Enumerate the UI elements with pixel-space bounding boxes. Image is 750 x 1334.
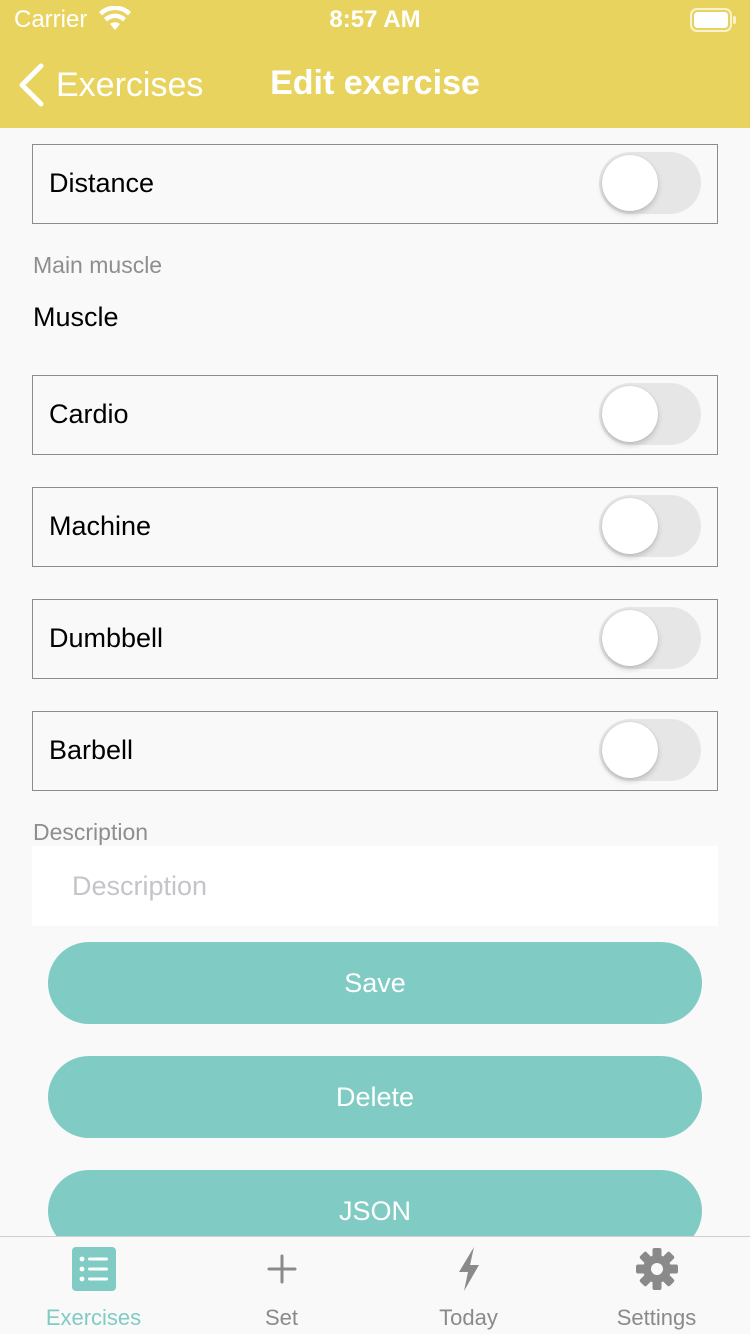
tab-settings[interactable]: Settings xyxy=(563,1237,750,1334)
battery-icon xyxy=(690,8,736,32)
navigation-bar: Exercises Edit exercise xyxy=(0,50,750,120)
cardio-label: Cardio xyxy=(49,399,129,429)
barbell-toggle[interactable] xyxy=(599,719,701,781)
toggle-knob xyxy=(602,610,658,666)
barbell-label: Barbell xyxy=(49,735,134,765)
distance-row: Distance xyxy=(32,144,718,224)
machine-row: Machine xyxy=(32,487,718,567)
description-input[interactable] xyxy=(32,846,718,926)
tab-today[interactable]: Today xyxy=(375,1237,562,1334)
tab-set[interactable]: Set xyxy=(188,1237,375,1334)
plus-icon xyxy=(267,1254,296,1284)
main-muscle-value[interactable]: Muscle xyxy=(33,302,119,333)
cardio-row: Cardio xyxy=(32,375,718,455)
toggle-knob xyxy=(602,498,658,554)
tab-set-label: Set xyxy=(264,1305,299,1330)
machine-toggle[interactable] xyxy=(599,495,701,557)
tab-exercises-label: Exercises xyxy=(45,1305,142,1330)
cardio-toggle[interactable] xyxy=(599,383,701,445)
list-icon xyxy=(71,1247,116,1291)
json-button[interactable]: JSON xyxy=(48,1170,702,1236)
page-title: Edit exercise xyxy=(270,64,480,102)
toggle-knob xyxy=(602,386,658,442)
app-screen: Carrier 8:57 AM Exercises Edit exercise xyxy=(0,0,750,1334)
distance-label: Distance xyxy=(49,168,155,198)
machine-label: Machine xyxy=(49,511,152,541)
bolt-icon xyxy=(458,1247,479,1291)
status-time: 8:57 AM xyxy=(329,6,421,33)
edit-exercise-form: Distance Main muscle Muscle Cardio Machi… xyxy=(0,128,750,1236)
toggle-knob xyxy=(602,722,658,778)
dumbbell-label: Dumbbell xyxy=(49,623,164,653)
header: Carrier 8:57 AM Exercises Edit exercise xyxy=(0,0,750,128)
tab-settings-label: Settings xyxy=(616,1305,697,1330)
tab-bar: Exercises Set Today Settings xyxy=(0,1236,750,1334)
toggle-knob xyxy=(602,155,658,211)
tab-today-label: Today xyxy=(439,1305,498,1330)
description-label: Description xyxy=(33,819,149,845)
delete-button[interactable]: Delete xyxy=(48,1056,702,1138)
tab-exercises[interactable]: Exercises xyxy=(0,1237,187,1334)
status-bar: Carrier 8:57 AM xyxy=(0,0,750,40)
distance-toggle[interactable] xyxy=(599,152,701,214)
dumbbell-row: Dumbbell xyxy=(32,599,718,679)
gear-icon xyxy=(635,1248,678,1290)
barbell-row: Barbell xyxy=(32,711,718,791)
main-muscle-label: Main muscle xyxy=(33,252,163,278)
save-button[interactable]: Save xyxy=(48,942,702,1024)
dumbbell-toggle[interactable] xyxy=(599,607,701,669)
